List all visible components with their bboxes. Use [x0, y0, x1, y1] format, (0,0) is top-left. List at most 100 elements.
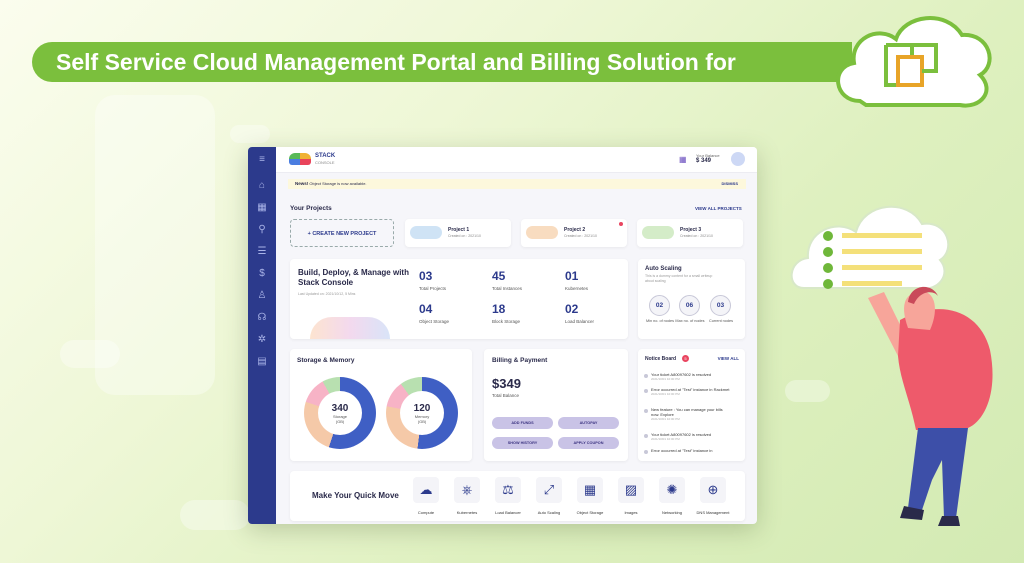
billing-icon[interactable]: $	[255, 267, 269, 281]
notice-dot	[644, 434, 648, 438]
news-bar: News! Object Storage is now available. D…	[288, 179, 746, 189]
project-card[interactable]: Project 2 Created on : 2021/10	[521, 219, 627, 247]
notice-item[interactable]: New feature : You can manage your bills …	[651, 407, 731, 422]
current-nodes-value: 03	[710, 295, 731, 316]
notice-item[interactable]: Error occurred at "Test" instance in	[651, 448, 731, 453]
notice-time: 2021/10/01 10:00 PM	[651, 437, 680, 441]
storage-value: 340	[331, 403, 349, 414]
storage-memory-title: Storage & Memory	[297, 357, 355, 364]
billing-card: Billing & Payment $349 Total Balance ADD…	[484, 349, 628, 461]
autoscaling-subtitle: This is a dummy content for a small writ…	[645, 274, 713, 283]
billing-title: Billing & Payment	[492, 357, 548, 364]
notice-text: Error occurred at "Test" instance in	[651, 448, 713, 453]
project-date: Created on : 2021/10	[564, 234, 597, 238]
stack-console-logo	[289, 153, 311, 165]
show-history-button[interactable]: SHOW HISTORY	[492, 437, 553, 449]
dismiss-button[interactable]: DISMISS	[722, 179, 738, 189]
stat-label: Object Storage	[419, 319, 450, 324]
overview-illustration	[310, 317, 390, 339]
person-illustration	[790, 205, 993, 526]
notice-item[interactable]: Your ticket A80097602 is resolved 2021/10…	[651, 432, 731, 442]
settings-icon[interactable]: ✲	[255, 333, 269, 347]
stat-value: 04	[419, 302, 433, 316]
database-icon[interactable]: ☰	[255, 245, 269, 259]
project-card[interactable]: Project 1 Created on : 2021/10	[405, 219, 511, 247]
notice-board-card: Notice Board 5 VIEW ALL Your ticket A800…	[638, 349, 745, 461]
notice-dot	[644, 389, 648, 393]
stat-label: Kubernetes	[565, 286, 589, 291]
vmware-logo-cloud	[836, 16, 992, 108]
stat-value: 03	[419, 269, 433, 283]
notice-time: 2021/10/01 10:00 PM	[651, 392, 680, 396]
view-all-projects-link[interactable]: VIEW ALL PROJECTS	[695, 206, 742, 211]
projects-heading: Your Projects	[290, 205, 332, 212]
project-name: Project 2	[564, 227, 586, 233]
stat-value: 01	[565, 269, 579, 283]
home-icon[interactable]: ⌂	[255, 179, 269, 193]
stat-label: Load Balancer	[565, 319, 595, 324]
quick-move-title: Make Your Quick Move	[312, 491, 399, 500]
dns-management-icon[interactable]: ⊕	[700, 477, 726, 503]
alert-dot	[619, 222, 623, 226]
networking-icon[interactable]: ✺	[659, 477, 685, 503]
auto-scaling-icon[interactable]: ⤢	[536, 477, 562, 503]
user-avatar[interactable]	[731, 152, 745, 166]
notice-dot	[644, 374, 648, 378]
object-storage-icon[interactable]: ▦	[577, 477, 603, 503]
autopay-button[interactable]: AUTOPAY	[558, 417, 619, 429]
stat-value: 18	[492, 302, 506, 316]
project-cloud-icon	[526, 226, 558, 239]
quick-move-card: Make Your Quick Move ☁ Compute ⎈ Kuberne…	[290, 471, 745, 521]
notice-item[interactable]: Error occurred at "Test" instance in Rac…	[651, 387, 731, 397]
compute-icon[interactable]: ☁	[413, 477, 439, 503]
project-cloud-icon	[410, 226, 442, 239]
project-cloud-icon	[642, 226, 674, 239]
brand-sub: CONSOLE	[315, 160, 335, 165]
menu-icon[interactable]: ≡	[255, 153, 269, 167]
top-bar: STACK CONSOLE ▦ Your Balance $ 349	[276, 147, 757, 173]
storage-memory-card: Storage & Memory 340 Storage (GB) 120 Memor…	[290, 349, 472, 461]
stat-value: 02	[565, 302, 579, 316]
page-banner: Self Service Cloud Management Portal and…	[32, 42, 852, 82]
background-cloud	[180, 500, 250, 530]
storage-unit: (GB)	[335, 419, 345, 424]
images-icon[interactable]: ▨	[618, 477, 644, 503]
news-tag: News!	[295, 181, 309, 186]
apply-coupon-button[interactable]: APPLY COUPON	[558, 437, 619, 449]
notice-board-title: Notice Board	[645, 356, 677, 362]
stat-value: 45	[492, 269, 506, 283]
notice-dot	[644, 409, 648, 413]
memory-donut: 120 Memory (GB)	[386, 377, 458, 449]
project-date: Created on : 2021/10	[680, 234, 713, 238]
project-card[interactable]: Project 3 Created on : 2021/10	[637, 219, 743, 247]
project-date: Created on : 2021/10	[448, 234, 481, 238]
overview-card: Build, Deploy, & Manage with Stack Conso…	[290, 259, 628, 339]
project-name: Project 1	[448, 227, 470, 233]
background-cloud	[60, 340, 120, 368]
user-icon[interactable]: ♙	[255, 289, 269, 303]
memory-unit: (GB)	[417, 419, 427, 424]
network-icon[interactable]: ⚲	[255, 223, 269, 237]
kubernetes-icon[interactable]: ⎈	[454, 477, 480, 503]
add-funds-button[interactable]: ADD FUNDS	[492, 417, 553, 429]
notice-text: New feature : You can manage your bills …	[651, 407, 723, 417]
create-project-button[interactable]: + CREATE NEW PROJECT	[290, 219, 394, 247]
load-balancer-icon[interactable]: ⚖	[495, 477, 521, 503]
notice-count-badge: 5	[682, 355, 689, 362]
document-icon[interactable]: ▤	[255, 355, 269, 369]
brand-name: STACK	[315, 153, 336, 159]
apps-icon[interactable]: ▦	[255, 201, 269, 215]
notice-time: 2021/10/01 10:00 PM	[651, 417, 680, 421]
apps-grid-icon[interactable]: ▦	[679, 155, 688, 164]
notice-view-all-link[interactable]: VIEW ALL	[718, 356, 739, 361]
overview-updated: Last Updated on: 2021/10/12, 5 Mins	[298, 292, 356, 296]
app-window: ≡ ⌂ ▦ ⚲ ☰ $ ♙ ☊ ✲ ▤ STACK CONSOLE ▦ Your…	[248, 147, 757, 524]
support-icon[interactable]: ☊	[255, 311, 269, 325]
autoscaling-card: Auto Scaling This is a dummy content for…	[638, 259, 745, 339]
notice-item[interactable]: Your ticket A80097602 is resolved 2021/10…	[651, 372, 731, 382]
balance-value: $ 349	[696, 158, 712, 164]
max-nodes-label: Max no. of nodes	[675, 319, 705, 323]
stat-label: Total Projects	[419, 286, 447, 291]
memory-value: 120	[413, 403, 431, 414]
current-nodes-label: Current nodes	[708, 319, 734, 323]
